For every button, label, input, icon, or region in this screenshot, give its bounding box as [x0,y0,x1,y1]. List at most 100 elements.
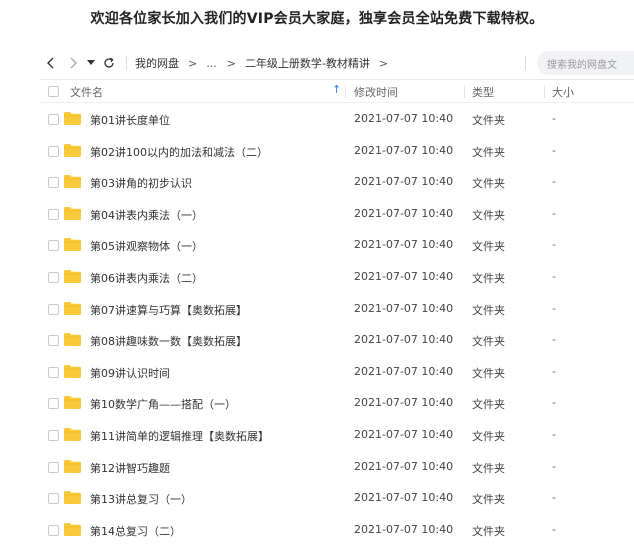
row-checkbox[interactable] [48,524,59,536]
file-size: - [552,522,556,536]
folder-icon [64,175,81,189]
column-header-type[interactable]: 类型 [472,84,494,100]
row-checkbox[interactable] [48,240,59,252]
row-checkbox[interactable] [48,429,59,441]
file-row[interactable]: 第10数学广角——搭配（一） 2021-07-07 10:40 文件夹 - [40,387,634,419]
folder-icon [64,238,81,252]
column-divider[interactable] [464,85,465,98]
row-checkbox[interactable] [48,177,59,189]
file-size: - [552,269,556,283]
file-type: 文件夹 [472,177,505,191]
file-row[interactable]: 第13讲总复习（一） 2021-07-07 10:40 文件夹 - [40,482,634,514]
folder-icon [64,491,81,505]
file-size: - [552,112,556,125]
column-header-size[interactable]: 大小 [552,84,574,100]
file-size: - [552,333,556,347]
row-checkbox[interactable] [48,493,59,505]
file-modified: 2021-07-07 10:40 [354,459,454,473]
column-divider[interactable] [345,85,346,98]
file-row[interactable]: 第05讲观察物体（一） 2021-07-07 10:40 文件夹 - [40,229,634,261]
file-name[interactable]: 第12讲智巧趣题 [90,460,170,476]
file-name[interactable]: 第10数学广角——搭配（一） [90,396,236,412]
file-modified: 2021-07-07 10:40 [354,301,454,315]
file-name[interactable]: 第04讲表内乘法（一） [90,207,203,223]
back-button[interactable] [40,52,62,74]
forward-button[interactable] [62,52,84,74]
file-name[interactable]: 第13讲总复习（一） [90,491,192,507]
file-name[interactable]: 第11讲简单的逻辑推理【奥数拓展】 [90,428,269,444]
file-type: 文件夹 [472,303,505,317]
file-row[interactable]: 第07讲速算与巧算【奥数拓展】 2021-07-07 10:40 文件夹 - [40,293,634,325]
column-header-modified[interactable]: 修改时间 [354,84,398,100]
row-checkbox[interactable] [48,271,59,283]
file-name[interactable]: 第08讲趣味数一数【奥数拓展】 [90,333,247,349]
row-checkbox[interactable] [48,303,59,315]
file-name[interactable]: 第07讲速算与巧算【奥数拓展】 [90,302,247,318]
history-dropdown-button[interactable] [84,52,98,74]
row-checkbox[interactable] [48,461,59,473]
file-type: 文件夹 [472,493,505,507]
row-checkbox[interactable] [48,398,59,410]
file-name[interactable]: 第09讲认识时间 [90,365,170,381]
breadcrumb-ellipsis[interactable]: ... [206,57,217,70]
column-divider[interactable] [544,85,545,98]
file-name[interactable]: 第02讲100以内的加法和减法（二） [90,144,268,160]
file-size: - [552,427,556,441]
folder-icon [64,269,81,283]
file-row[interactable]: 第14总复习（二） 2021-07-07 10:40 文件夹 - [40,514,634,546]
row-checkbox[interactable] [48,208,59,220]
toolbar: 我的网盘 > ... > 二年级上册数学-教材精讲 > 搜索我的网盘文 [40,50,634,76]
file-modified: 2021-07-07 10:40 [354,364,454,378]
file-size: - [552,206,556,220]
toolbar-divider [126,56,127,70]
file-name[interactable]: 第03讲角的初步认识 [90,175,192,191]
file-size: - [552,396,556,410]
refresh-button[interactable] [98,52,120,74]
file-size: - [552,301,556,315]
row-checkbox[interactable] [48,335,59,347]
file-type: 文件夹 [472,114,505,127]
caret-down-icon [87,60,95,65]
file-row[interactable]: 第08讲趣味数一数【奥数拓展】 2021-07-07 10:40 文件夹 - [40,324,634,356]
vip-banner: 欢迎各位家长加入我们的VIP会员大家庭，独享会员全站免费下载特权。 [90,11,544,27]
row-checkbox[interactable] [48,145,59,157]
file-type: 文件夹 [472,429,505,443]
file-modified: 2021-07-07 10:40 [354,269,454,283]
folder-icon [64,333,81,347]
breadcrumb-current[interactable]: 二年级上册数学-教材精讲 [245,55,370,71]
breadcrumb-separator: > [226,56,236,70]
file-list-header: 文件名 ↑ 修改时间 类型 大小 [40,79,634,103]
folder-icon [64,459,81,473]
file-type: 文件夹 [472,145,505,159]
file-type: 文件夹 [472,461,505,475]
breadcrumb-separator: > [188,56,198,70]
file-size: - [552,491,556,505]
file-name[interactable]: 第06讲表内乘法（二） [90,270,203,286]
file-row[interactable]: 第09讲认识时间 2021-07-07 10:40 文件夹 - [40,356,634,388]
file-name[interactable]: 第01讲长度单位 [90,112,170,128]
folder-icon [64,427,81,441]
row-checkbox[interactable] [48,114,59,125]
file-type: 文件夹 [472,524,505,538]
column-header-name[interactable]: 文件名 [70,84,103,100]
folder-icon [64,522,81,536]
file-modified: 2021-07-07 10:40 [354,143,454,157]
select-all-checkbox[interactable] [48,86,59,97]
file-modified: 2021-07-07 10:40 [354,522,454,536]
file-row[interactable]: 第02讲100以内的加法和减法（二） 2021-07-07 10:40 文件夹 - [40,135,634,167]
file-size: - [552,175,556,189]
breadcrumb-root[interactable]: 我的网盘 [135,55,179,71]
file-type: 文件夹 [472,335,505,349]
file-row[interactable]: 第06讲表内乘法（二） 2021-07-07 10:40 文件夹 - [40,261,634,293]
sort-ascending-icon[interactable]: ↑ [332,83,341,96]
file-row[interactable]: 第04讲表内乘法（一） 2021-07-07 10:40 文件夹 - [40,198,634,230]
file-name[interactable]: 第14总复习（二） [90,523,181,539]
search-input[interactable]: 搜索我的网盘文 [537,51,634,75]
file-row[interactable]: 第03讲角的初步认识 2021-07-07 10:40 文件夹 - [40,166,634,198]
file-row[interactable]: 第01讲长度单位 2021-07-07 10:40 文件夹 - [40,103,634,135]
file-modified: 2021-07-07 10:40 [354,112,454,125]
row-checkbox[interactable] [48,366,59,378]
file-row[interactable]: 第11讲简单的逻辑推理【奥数拓展】 2021-07-07 10:40 文件夹 - [40,419,634,451]
file-row[interactable]: 第12讲智巧趣题 2021-07-07 10:40 文件夹 - [40,451,634,483]
file-name[interactable]: 第05讲观察物体（一） [90,238,203,254]
